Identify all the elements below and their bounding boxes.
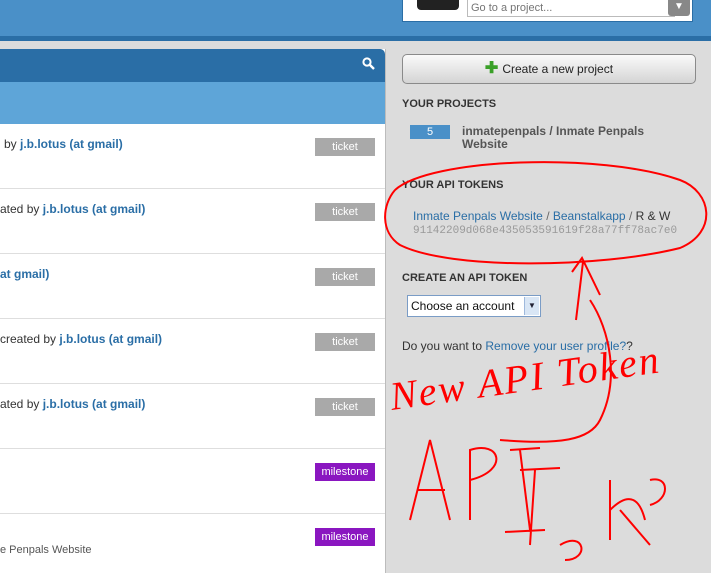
- activity-row: at gmail) ticket: [0, 254, 385, 319]
- row-text: created by: [0, 332, 60, 346]
- row-text: ated by: [0, 202, 43, 216]
- user-link[interactable]: j.b.lotus (at gmail): [43, 397, 146, 411]
- account-select-value: Choose an account: [411, 299, 515, 313]
- separator: /: [625, 209, 636, 223]
- ticket-badge[interactable]: ticket: [315, 138, 375, 156]
- milestone-badge[interactable]: milestone: [315, 463, 375, 481]
- account-select[interactable]: Choose an account ▼: [407, 295, 541, 317]
- your-projects-title: YOUR PROJECTS: [402, 98, 497, 110]
- chevron-down-icon: ▼: [524, 297, 539, 315]
- remove-profile-link[interactable]: Remove your user profile?: [485, 339, 626, 353]
- header-divider: [0, 36, 711, 41]
- activity-row: milestone: [0, 449, 385, 514]
- user-link[interactable]: j.b.lotus (at gmail): [59, 332, 162, 346]
- remove-suffix: ?: [626, 339, 633, 353]
- separator: /: [542, 209, 553, 223]
- annotation-scribble: [409, 439, 666, 561]
- project-link[interactable]: inmatepenpals / Inmate Penpals Website: [462, 125, 682, 151]
- create-token-title: CREATE AN API TOKEN: [402, 272, 528, 284]
- token-project-link[interactable]: Inmate Penpals Website: [413, 209, 543, 223]
- ticket-badge[interactable]: ticket: [315, 268, 375, 286]
- token-account-link[interactable]: Beanstalkapp: [553, 209, 626, 223]
- chevron-down-icon[interactable]: ▼: [668, 0, 690, 16]
- panel-subheader: [0, 82, 385, 124]
- api-token-entry: Inmate Penpals Website / Beanstalkapp / …: [413, 209, 670, 223]
- row-project-text: e Penpals Website: [0, 544, 92, 556]
- ticket-badge[interactable]: ticket: [315, 398, 375, 416]
- avatar: [417, 0, 459, 10]
- search-icon[interactable]: [362, 57, 375, 73]
- activity-row: created by j.b.lotus (at gmail) ticket: [0, 319, 385, 384]
- ticket-badge[interactable]: ticket: [315, 203, 375, 221]
- create-project-button[interactable]: ✚ Create a new project: [402, 54, 696, 84]
- api-tokens-title: YOUR API TOKENS: [402, 179, 504, 191]
- plus-icon: ✚: [484, 60, 499, 77]
- create-project-label: Create a new project: [502, 62, 614, 76]
- milestone-badge[interactable]: milestone: [315, 528, 375, 546]
- api-token-value: 91142209d068e435053591619f28a77ff78ac7e0: [413, 225, 678, 237]
- activity-row: milestone e Penpals Website: [0, 514, 385, 573]
- activity-panel: by j.b.lotus (at gmail) ticket ated by j…: [0, 49, 386, 573]
- token-permission: R & W: [635, 209, 671, 223]
- panel-header: [0, 49, 385, 82]
- ticket-badge[interactable]: ticket: [315, 333, 375, 351]
- user-link[interactable]: j.b.lotus (at gmail): [20, 137, 123, 151]
- project-search-input[interactable]: [467, 0, 675, 17]
- remove-prefix: Do you want to: [402, 339, 486, 353]
- row-text: ated by: [0, 397, 43, 411]
- remove-profile-line: Do you want to Remove your user profile?…: [402, 339, 633, 353]
- activity-row: ated by j.b.lotus (at gmail) ticket: [0, 189, 385, 254]
- project-switcher: ▼: [402, 0, 693, 22]
- activity-row: ated by j.b.lotus (at gmail) ticket: [0, 384, 385, 449]
- user-link[interactable]: at gmail): [0, 267, 49, 281]
- activity-row: by j.b.lotus (at gmail) ticket: [0, 124, 385, 189]
- row-text: by: [4, 137, 21, 151]
- user-link[interactable]: j.b.lotus (at gmail): [43, 202, 146, 216]
- project-count-badge: 5: [410, 125, 450, 139]
